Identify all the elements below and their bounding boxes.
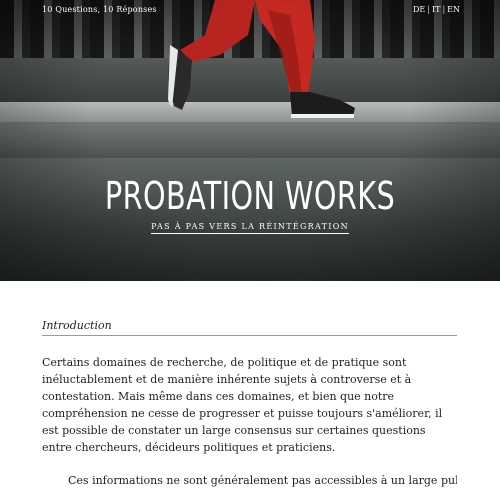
top-navigation: 10 Questions, 10 Réponses DE | IT | EN	[0, 0, 500, 20]
lang-separator: |	[442, 5, 446, 14]
main-content: Introduction Certains domaines de recher…	[42, 281, 457, 500]
lang-separator: |	[427, 5, 430, 14]
lang-de-link[interactable]: DE	[413, 5, 425, 14]
site-title-link[interactable]: 10 Questions, 10 Réponses	[42, 5, 157, 14]
hero-title: PROBATION WORKS	[104, 174, 396, 218]
lang-it-link[interactable]: IT	[432, 5, 441, 14]
hero-banner: 10 Questions, 10 Réponses DE | IT | EN PROBA…	[0, 0, 500, 281]
section-heading-introduction: Introduction	[42, 319, 457, 336]
lang-en-link[interactable]: EN	[447, 5, 460, 14]
language-switcher: DE | IT | EN	[412, 5, 461, 14]
hero-subtitle: PAS À PAS VERS LA RÉINTÉGRATION	[0, 222, 500, 234]
intro-paragraph-2: Ces informations ne sont généralement pa…	[68, 474, 457, 487]
intro-paragraph-1: Certains domaines de recherche, de polit…	[42, 356, 443, 454]
hero-subtitle-text: PAS À PAS VERS LA RÉINTÉGRATION	[151, 222, 349, 234]
